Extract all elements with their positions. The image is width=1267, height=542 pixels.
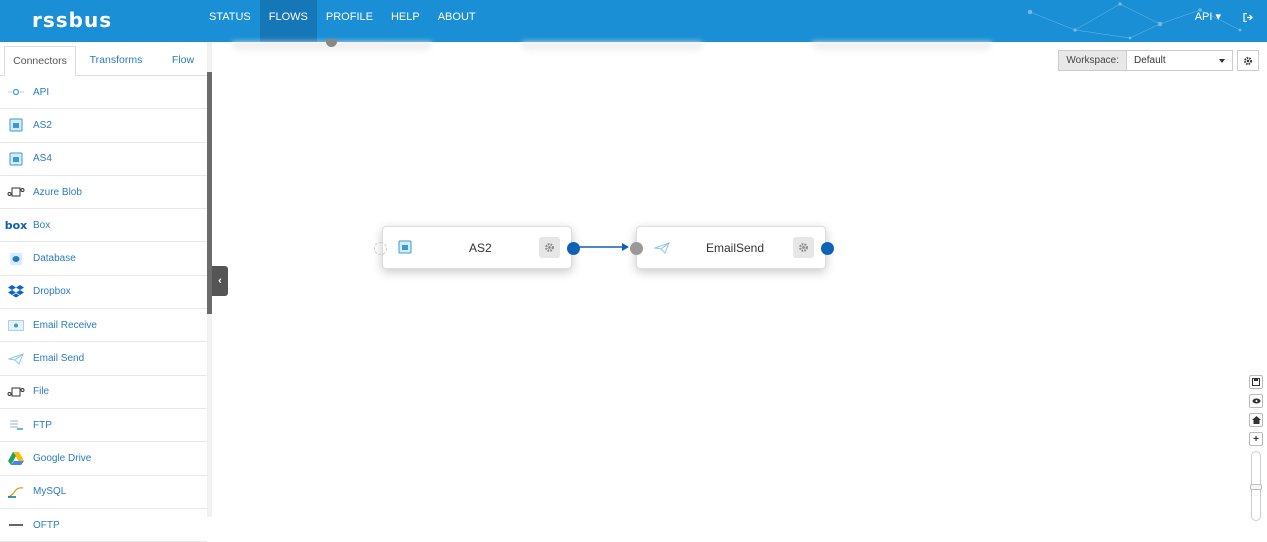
connector-item-email-receive[interactable]: Email Receive [0, 309, 207, 343]
email-send-icon [6, 351, 26, 367]
rssbus-logo[interactable]: rssbus [32, 8, 112, 32]
preview-button[interactable] [1249, 394, 1263, 408]
sidebar-tabs: Connectors Transforms Flow [0, 46, 210, 76]
node-title: EmailSend [706, 241, 765, 255]
connector-list: API AS2 AS4 Azure Blob box Box Database … [0, 76, 207, 542]
canvas-shadow [812, 42, 992, 54]
logout-icon[interactable] [1243, 13, 1253, 22]
connector-label: Email Send [33, 353, 85, 365]
zoom-slider-handle[interactable] [1250, 484, 1262, 490]
node-settings-button[interactable] [793, 237, 814, 258]
nav-flows[interactable]: FLOWS [259, 0, 317, 42]
home-icon [1251, 416, 1261, 424]
connector-item-as2[interactable]: AS2 [0, 109, 207, 143]
nav-help[interactable]: HELP [382, 0, 429, 42]
database-icon [6, 251, 26, 267]
workspace-settings-button[interactable] [1237, 50, 1259, 71]
connector-label: Google Drive [33, 452, 92, 464]
flow-connection-arrow[interactable] [577, 240, 632, 254]
nav-profile[interactable]: PROFILE [317, 0, 382, 42]
connector-item-oftp[interactable]: OFTP [0, 509, 207, 542]
connector-label: Box [33, 219, 51, 231]
nav-about[interactable]: ABOUT [429, 0, 485, 42]
nav-right: API ▾ [1195, 0, 1253, 42]
flow-node-as2[interactable]: AS2 [374, 226, 580, 269]
tab-flow[interactable]: Flow [156, 46, 210, 76]
tab-connectors[interactable]: Connectors [4, 46, 76, 76]
mysql-icon [6, 484, 26, 500]
connector-item-email-send[interactable]: Email Send [0, 342, 207, 376]
gear-icon [545, 243, 554, 252]
plus-icon: + [1253, 433, 1259, 445]
flow-node-emailsend[interactable]: EmailSend [630, 226, 834, 269]
box-logo-icon: box [4, 218, 28, 232]
output-port[interactable] [821, 242, 834, 255]
connector-label: MySQL [33, 486, 67, 498]
connector-item-database[interactable]: Database [0, 242, 207, 276]
connector-label: API [33, 86, 50, 98]
user-menu-dropdown[interactable]: API ▾ [1195, 0, 1221, 34]
zoom-in-button[interactable]: + [1249, 432, 1263, 446]
canvas-zoom-controls: + [1249, 375, 1263, 521]
gear-icon [1244, 56, 1252, 65]
email-receive-icon [6, 317, 26, 333]
gear-icon [799, 243, 808, 252]
save-icon [1252, 378, 1260, 386]
connector-item-file[interactable]: File [0, 376, 207, 409]
connector-label: Database [33, 253, 76, 265]
workspace-dropdown[interactable]: Default [1127, 50, 1233, 71]
google-drive-icon [6, 450, 26, 466]
connector-label: Azure Blob [33, 186, 82, 198]
connector-item-google-drive[interactable]: Google Drive [0, 442, 207, 476]
node-settings-button[interactable] [539, 237, 560, 258]
eye-icon [1252, 398, 1260, 404]
ftp-icon [6, 417, 26, 433]
connector-label: File [33, 386, 50, 398]
connector-item-azure-blob[interactable]: Azure Blob [0, 176, 207, 210]
connector-item-ftp[interactable]: FTP [0, 409, 207, 443]
as2-icon [398, 240, 412, 257]
oftp-icon [6, 517, 26, 533]
azure-blob-icon [6, 184, 26, 200]
connector-label: OFTP [33, 519, 60, 531]
connector-label: FTP [33, 419, 52, 431]
save-button[interactable] [1249, 375, 1263, 389]
as2-icon [6, 117, 26, 133]
workspace-label: Workspace: [1058, 50, 1127, 71]
connector-label: AS2 [33, 119, 52, 131]
file-icon [6, 384, 26, 400]
dropbox-icon [6, 284, 26, 300]
top-navbar: rssbus STATUS FLOWS PROFILE HELP ABOUT A… [0, 0, 1267, 42]
workspace-selector: Workspace: Default [1058, 50, 1259, 71]
connector-item-api[interactable]: API [0, 76, 207, 110]
caret-down-icon [1219, 59, 1225, 63]
input-port[interactable] [630, 242, 643, 255]
tab-transforms[interactable]: Transforms [76, 46, 156, 76]
email-send-icon [653, 242, 670, 257]
workspace-value: Default [1134, 55, 1166, 66]
api-icon [6, 84, 26, 100]
nav-status[interactable]: STATUS [200, 0, 260, 42]
flow-canvas[interactable]: Workspace: Default AS2 EmailSend + [212, 39, 1267, 521]
home-button[interactable] [1249, 413, 1263, 427]
connector-item-mysql[interactable]: MySQL [0, 476, 207, 509]
main-nav: STATUS FLOWS PROFILE HELP ABOUT [200, 0, 485, 42]
connector-item-dropbox[interactable]: Dropbox [0, 276, 207, 310]
canvas-shadow [522, 42, 702, 54]
as4-icon [6, 151, 26, 167]
connectors-sidebar: Connectors Transforms Flow API AS2 AS4 A… [0, 42, 212, 542]
connector-item-box[interactable]: box Box [0, 209, 207, 243]
node-title: AS2 [469, 241, 492, 255]
input-port-placeholder [374, 242, 387, 255]
connector-item-as4[interactable]: AS4 [0, 143, 207, 176]
connector-label: Email Receive [33, 319, 97, 331]
connector-label: AS4 [33, 153, 52, 165]
zoom-slider[interactable] [1250, 451, 1262, 521]
connector-label: Dropbox [33, 286, 71, 298]
